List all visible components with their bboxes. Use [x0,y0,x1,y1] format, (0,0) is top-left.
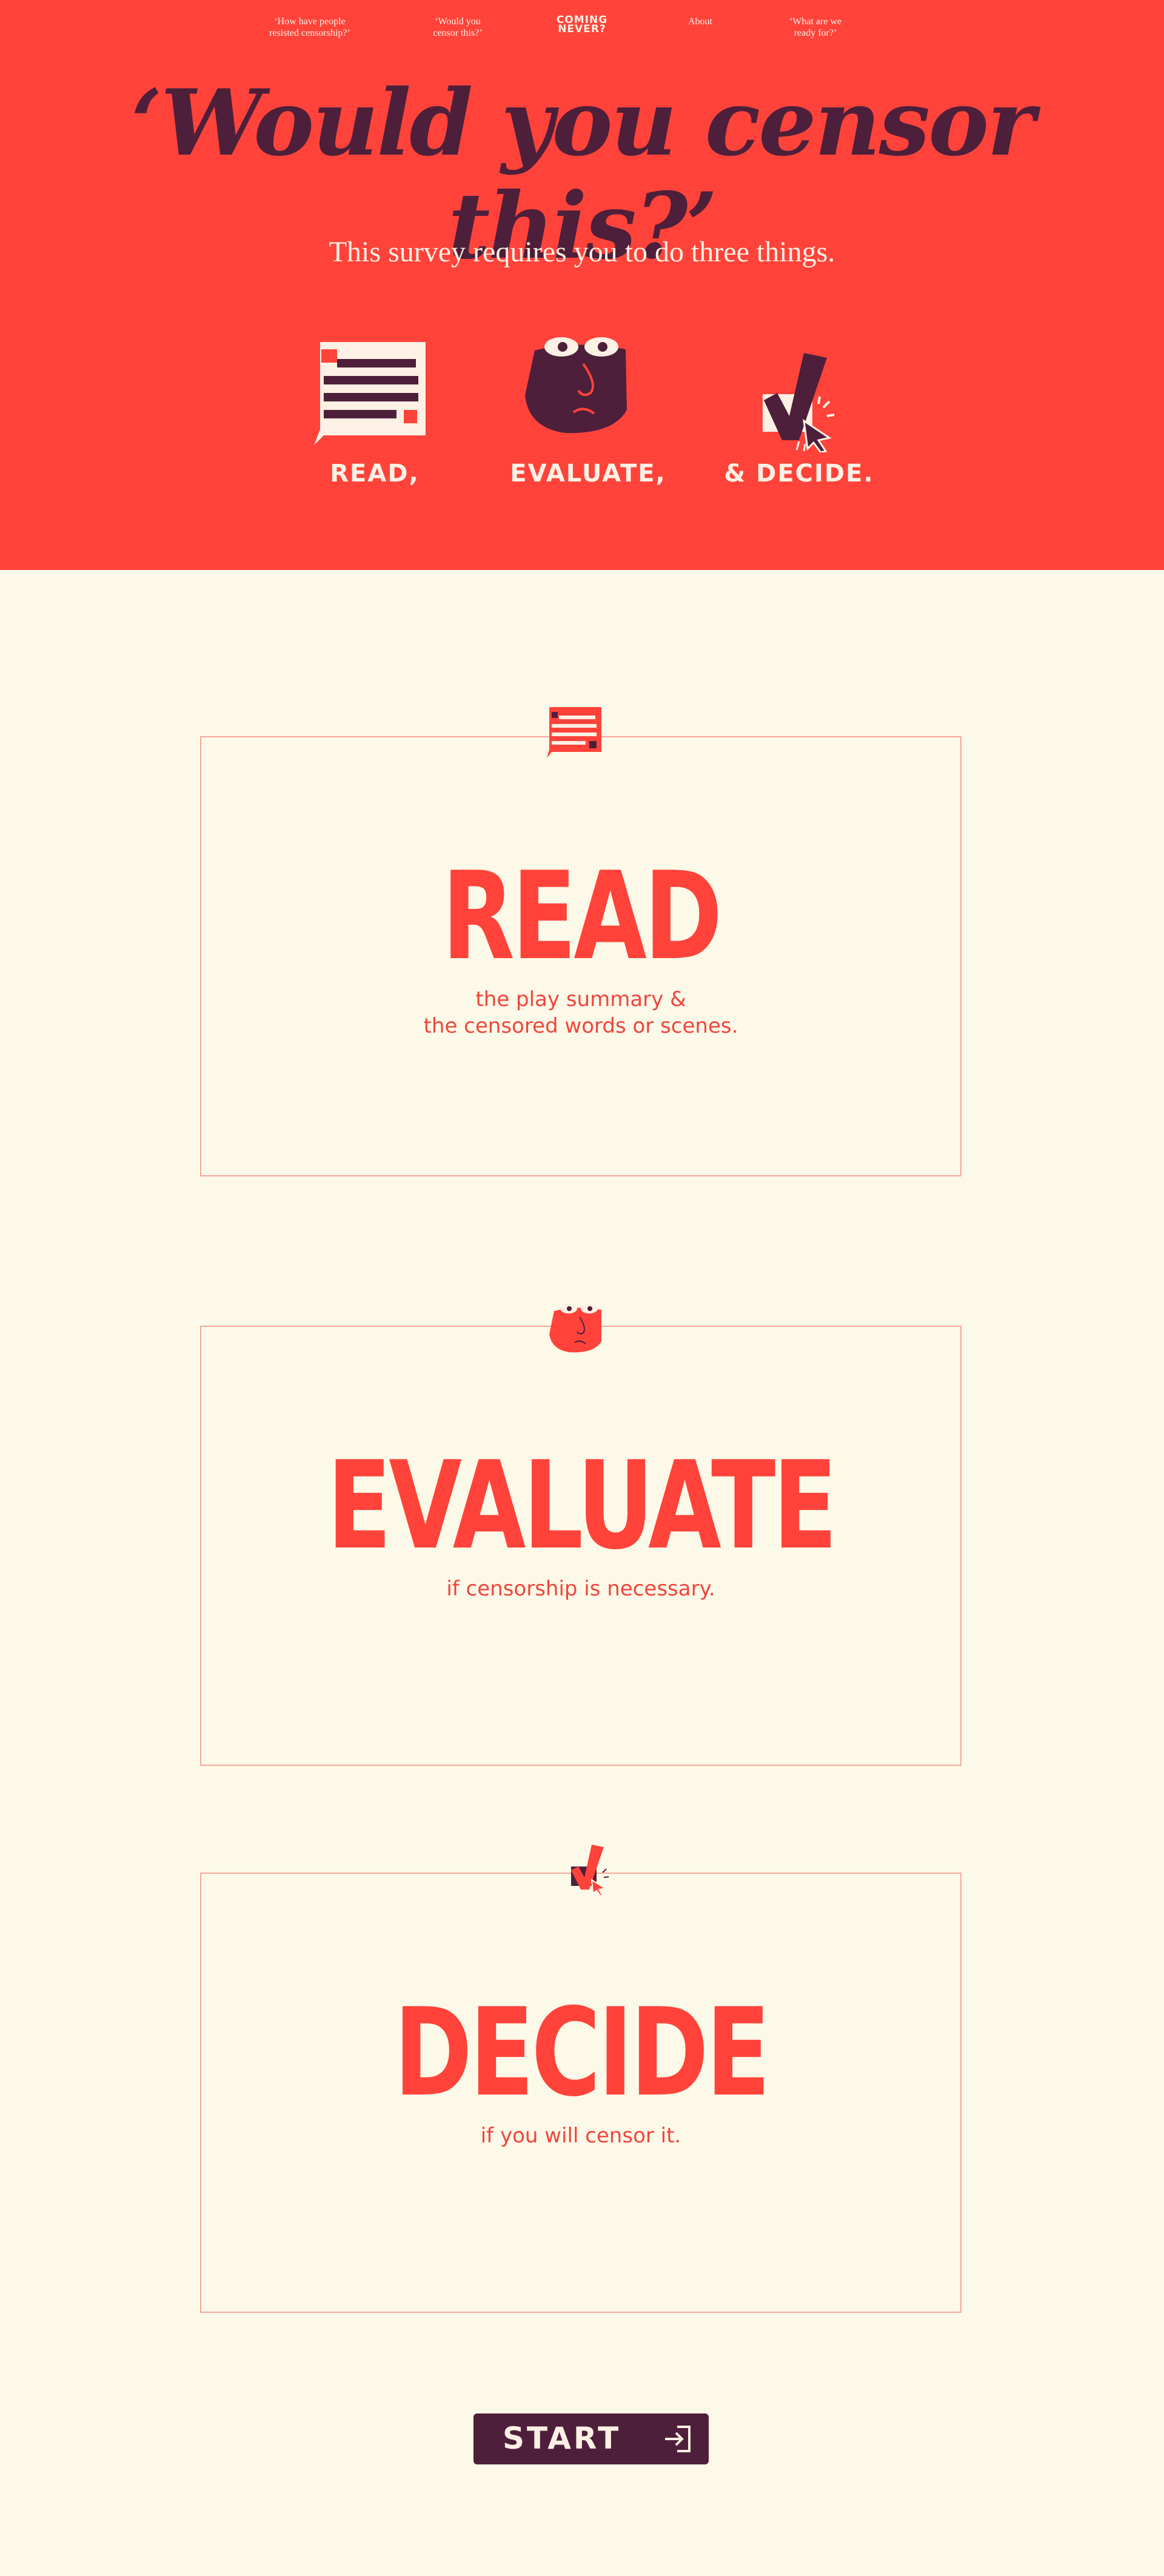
checkmark-cursor-icon [763,353,835,452]
card-text-evaluate: if censorship is necessary. [446,1577,715,1601]
start-button[interactable]: START [473,2413,709,2464]
top-nav: ‘How have people resisted censorship?’ ‘… [0,13,1164,50]
card-text-decide: if you will censor it. [480,2124,681,2148]
speech-bubble-icon [547,707,601,758]
card-text-read: the play summary & the censored words or… [423,987,738,1038]
face-icon [525,337,627,434]
nav-link-ready-for[interactable]: ‘What are we ready for?’ [758,16,873,39]
step-label-read: READ, [330,460,420,488]
face-icon [549,1304,601,1353]
start-button-label: START [503,2421,621,2456]
card-heading-read: READ [441,846,723,987]
card-read: READ the play summary & the censored wor… [200,736,962,1176]
card-heading-evaluate: EVALUATE [327,1435,837,1577]
nav-link-resisted-censorship[interactable]: ‘How have people resisted censorship?’ [252,16,367,39]
hero-section: ‘How have people resisted censorship?’ ‘… [0,0,1164,570]
speech-bubble-icon [314,342,426,445]
nav-link-about[interactable]: About [643,16,758,27]
card-decide: DECIDE if you will censor it. [200,1873,962,2313]
step-label-evaluate: EVALUATE, [510,460,666,488]
hero-subtitle: This survey requires you to do three thi… [329,236,835,268]
card-evaluate: EVALUATE if censorship is necessary. [200,1326,962,1766]
checkmark-cursor-icon [571,1845,609,1896]
site-logo[interactable]: COMING NEVER? [534,15,630,35]
card-heading-decide: DECIDE [393,1982,771,2124]
step-label-decide: & DECIDE. [724,460,874,488]
nav-link-would-you-censor[interactable]: ‘Would you censor this?’ [400,16,515,39]
enter-door-icon [665,2426,691,2452]
